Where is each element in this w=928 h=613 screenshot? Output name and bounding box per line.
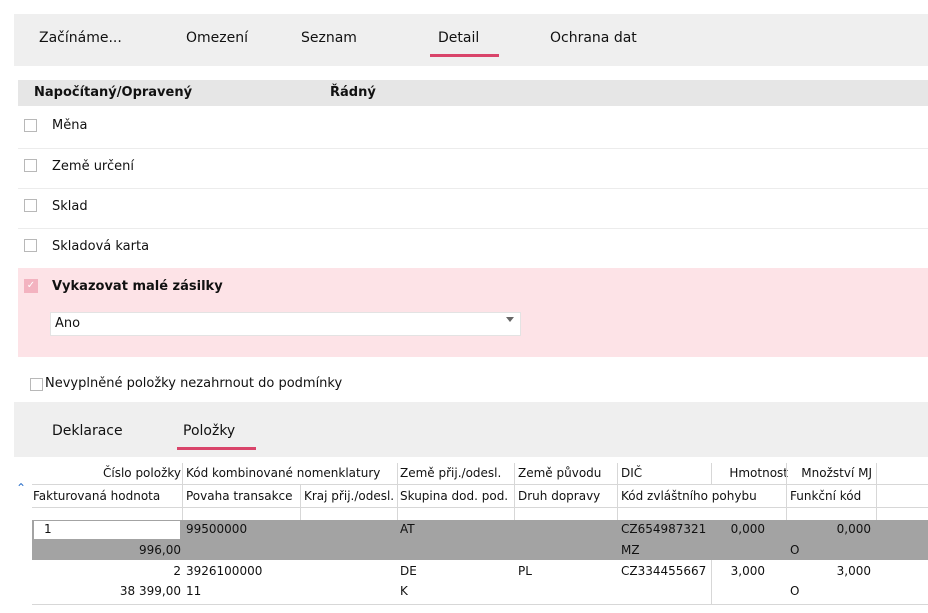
col-header[interactable]: DIČ: [621, 466, 642, 480]
checkbox[interactable]: [24, 119, 37, 132]
sub-tab-bar: Deklarace Položky: [14, 402, 928, 457]
cell-kod-nomenklatury: 99500000: [186, 522, 248, 536]
condition-row-sklad[interactable]: Sklad: [18, 188, 928, 229]
col-header[interactable]: Množství MJ: [801, 466, 872, 480]
column-divider: [514, 463, 515, 520]
condition-label: Skladová karta: [52, 239, 150, 254]
items-grid: ⌃ Číslo položky Kód kombinované nomenkla…: [14, 463, 928, 613]
window-frame-left: [0, 14, 14, 613]
condition-header: Napočítaný/Opravený Řádný: [18, 80, 928, 106]
active-tab-underline: [430, 54, 499, 57]
col-header[interactable]: Kód zvláštního pohybu: [621, 489, 757, 503]
col-header[interactable]: Povaha transakce: [186, 489, 293, 503]
grid-line: [32, 484, 928, 485]
column-divider: [786, 463, 787, 520]
col-header[interactable]: Kraj přij./odesl.: [304, 489, 394, 503]
checkbox[interactable]: [30, 378, 43, 391]
condition-row-mena[interactable]: Měna: [18, 108, 928, 149]
column-divider: [711, 560, 712, 604]
condition-label: Měna: [52, 118, 88, 133]
cell-zeme-prij: AT: [400, 522, 415, 536]
cell-zeme-prij: DE: [400, 564, 417, 578]
cell-funkcni-kod: O: [790, 543, 800, 557]
condition-row-skladova-karta[interactable]: Skladová karta: [18, 228, 928, 268]
cell-dic: CZ654987321: [621, 522, 707, 536]
column-divider: [876, 463, 877, 520]
col-header[interactable]: Skupina dod. pod.: [400, 489, 508, 503]
col-header[interactable]: Země původu: [518, 466, 601, 480]
col-header[interactable]: Kód kombinované nomenklatury: [186, 466, 380, 480]
select-value: Ano: [55, 316, 81, 331]
grid-line: [32, 507, 928, 508]
col-header[interactable]: Fakturovaná hodnota: [33, 489, 160, 503]
column-divider: [617, 463, 618, 520]
condition-label: Vykazovat malé zásilky: [52, 279, 223, 294]
tab-omezeni[interactable]: Omezení: [186, 30, 248, 46]
chevron-down-icon[interactable]: [506, 317, 514, 322]
cell-kod-nomenklatury: 3926100000: [186, 564, 263, 578]
checkbox[interactable]: [24, 199, 37, 212]
column-divider: [711, 463, 712, 485]
cell-hmotnost: 3,000: [730, 564, 765, 578]
exclude-empty-label: Nevyplněné položky nezahrnout do podmínk…: [45, 376, 343, 391]
cell-fakturovana: 996,00: [139, 543, 181, 557]
column-divider: [397, 485, 398, 520]
checkbox-checked[interactable]: ✓: [24, 279, 38, 293]
cell-cislo: 2: [173, 564, 181, 578]
cell-mnozstvi: 0,000: [836, 522, 871, 536]
tab-ochrana-dat[interactable]: Ochrana dat: [550, 30, 637, 46]
cell-cislo: 1: [44, 522, 52, 536]
tab-zaciname[interactable]: Začínáme...: [39, 30, 122, 46]
col-header[interactable]: Číslo položky: [103, 466, 181, 480]
window-frame-top: [0, 0, 928, 14]
selected-cell-editor[interactable]: [34, 521, 180, 539]
col-header[interactable]: Druh dopravy: [518, 489, 600, 503]
tab-deklarace[interactable]: Deklarace: [52, 423, 123, 439]
checkbox[interactable]: [24, 239, 37, 252]
condition-row-zeme-urceni[interactable]: Země určení: [18, 148, 928, 189]
col-header[interactable]: Země přij./odesl.: [400, 466, 501, 480]
column-divider: [182, 463, 183, 520]
cell-hmotnost: 0,000: [730, 522, 765, 536]
cell-funkcni-kod: O: [790, 584, 800, 598]
tab-polozky[interactable]: Položky: [183, 423, 235, 439]
header-napocitany: Napočítaný/Opravený: [34, 85, 193, 100]
cell-mnozstvi: 3,000: [836, 564, 871, 578]
condition-row-male-zasilky[interactable]: ✓ Vykazovat malé zásilky Ano: [18, 268, 928, 357]
tab-detail[interactable]: Detail: [438, 30, 479, 46]
detail-panel: Začínáme... Omezení Seznam Detail Ochran…: [14, 14, 928, 613]
col-header[interactable]: Hmotnost: [729, 466, 788, 480]
double-chevron-up-icon[interactable]: ⌃: [16, 481, 26, 495]
header-radny: Řádný: [330, 85, 376, 100]
cell-fakturovana: 38 399,00: [119, 584, 181, 598]
active-subtab-underline: [177, 447, 256, 450]
cell-kod-pohybu: MZ: [621, 543, 640, 557]
cell-dic: CZ334455667: [621, 564, 707, 578]
top-tab-bar: Začínáme... Omezení Seznam Detail Ochran…: [14, 14, 928, 66]
cell-skupina-dod: K: [400, 584, 408, 598]
small-shipments-select[interactable]: Ano: [50, 312, 521, 336]
column-divider: [300, 485, 301, 520]
tab-seznam[interactable]: Seznam: [301, 30, 357, 46]
checkbox[interactable]: [24, 159, 37, 172]
cell-zeme-puvodu: PL: [518, 564, 532, 578]
condition-label: Země určení: [52, 159, 134, 174]
grid-line: [32, 604, 928, 605]
cell-povaha-transakce: 11: [186, 584, 202, 598]
condition-label: Sklad: [52, 199, 88, 214]
col-header[interactable]: Funkční kód: [790, 489, 861, 503]
column-divider: [397, 463, 398, 485]
